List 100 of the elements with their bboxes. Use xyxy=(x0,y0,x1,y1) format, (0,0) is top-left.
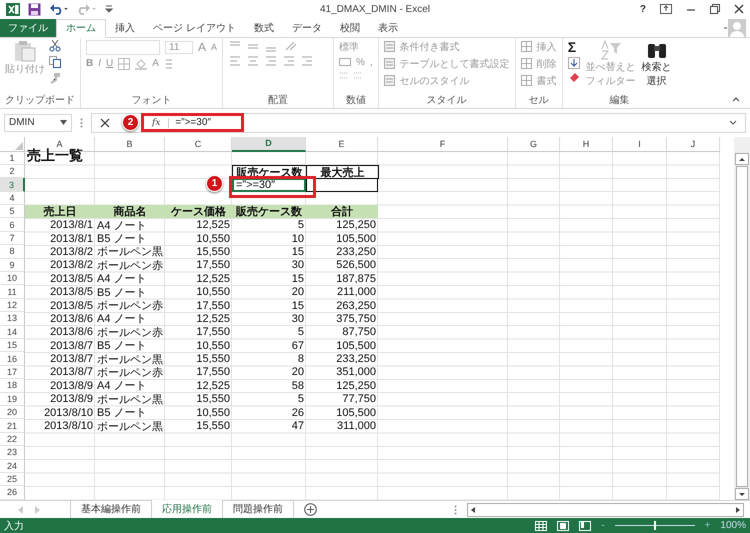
cell-editor[interactable]: =”>=30″ xyxy=(232,178,306,192)
column-header[interactable]: E xyxy=(306,136,378,152)
horizontal-scrollbar[interactable] xyxy=(467,502,744,517)
scroll-down-icon[interactable] xyxy=(735,488,749,500)
fill-color-icon[interactable] xyxy=(135,58,148,70)
row-header[interactable]: 12 xyxy=(0,298,25,312)
vertical-scrollbar[interactable] xyxy=(734,136,750,500)
row-header[interactable]: 5 xyxy=(0,205,25,218)
row-header[interactable]: 16 xyxy=(0,352,25,366)
table-cell-text: B5 ノート xyxy=(96,339,148,352)
sort-filter-icon[interactable] xyxy=(600,40,622,60)
column-header[interactable]: F xyxy=(378,136,508,152)
customize-caret-icon[interactable] xyxy=(105,5,113,14)
row-header[interactable]: 13 xyxy=(0,312,25,326)
row-header[interactable]: 3 xyxy=(0,178,25,192)
normal-view-icon[interactable] xyxy=(535,520,548,531)
table-cell-text: 233,250 xyxy=(335,352,377,366)
row-header[interactable]: 22 xyxy=(0,432,25,446)
row-header[interactable]: 9 xyxy=(0,258,25,272)
style-icon[interactable] xyxy=(384,58,395,70)
add-sheet-icon[interactable] xyxy=(304,503,317,516)
ribbon-display-icon[interactable] xyxy=(660,4,672,14)
insert-function-button[interactable]: fx xyxy=(144,118,170,128)
column-header[interactable]: I xyxy=(613,136,667,152)
ribbon-tab[interactable]: ファイル xyxy=(0,18,56,37)
autosum-button[interactable]: Σ xyxy=(568,40,576,54)
row-header[interactable]: 2 xyxy=(0,164,25,178)
row-header[interactable]: 7 xyxy=(0,232,25,246)
cancel-icon[interactable] xyxy=(100,118,110,128)
ribbon-tab[interactable]: ページ レイアウト xyxy=(144,18,245,37)
currency-icon[interactable] xyxy=(339,57,352,68)
row-header[interactable]: 8 xyxy=(0,245,25,259)
row-header[interactable]: 17 xyxy=(0,366,25,380)
sheet-tab[interactable]: 応用操作前 xyxy=(152,500,223,520)
row-header[interactable]: 24 xyxy=(0,460,25,473)
row-header[interactable]: 25 xyxy=(0,472,25,486)
undo-icon[interactable] xyxy=(49,3,69,16)
row-header[interactable]: 4 xyxy=(0,192,25,206)
phonetic-icon[interactable] xyxy=(164,58,174,70)
close-icon[interactable] xyxy=(734,4,744,14)
ribbon-tab[interactable]: 表示 xyxy=(368,18,407,37)
column-header[interactable]: J xyxy=(667,136,720,152)
row-header[interactable]: 20 xyxy=(0,406,25,420)
restore-icon[interactable] xyxy=(710,4,720,14)
row-header[interactable]: 15 xyxy=(0,339,25,352)
column-header[interactable]: C xyxy=(165,136,232,152)
row-header[interactable]: 26 xyxy=(0,486,25,500)
help-button[interactable]: ? xyxy=(640,4,646,15)
fill-down-icon[interactable] xyxy=(568,56,580,69)
column-header[interactable]: D xyxy=(232,136,306,152)
scrollbar-thumb[interactable] xyxy=(736,166,748,488)
row-header[interactable]: 10 xyxy=(0,272,25,286)
row-header[interactable]: 1 xyxy=(0,152,25,165)
ribbon-tab[interactable]: データ xyxy=(282,18,331,37)
row-header[interactable]: 11 xyxy=(0,285,25,299)
eraser-icon[interactable] xyxy=(568,72,580,82)
table-cell-text: 12,525 xyxy=(195,218,231,232)
ribbon-tab[interactable]: 校閲 xyxy=(330,18,369,37)
row-header[interactable]: 23 xyxy=(0,446,25,460)
find-select-label[interactable]: 検索と xyxy=(642,60,672,74)
ribbon-tab[interactable]: ホーム xyxy=(56,18,106,38)
select-all-icon[interactable] xyxy=(15,142,23,150)
collapse-ribbon-icon[interactable] xyxy=(732,96,740,102)
row-header[interactable]: 14 xyxy=(0,326,25,339)
paste-icon[interactable] xyxy=(13,40,37,62)
expand-caret-icon[interactable] xyxy=(729,120,737,126)
style-icon[interactable] xyxy=(384,41,395,52)
splitter-handle-icon[interactable] xyxy=(454,504,457,515)
page-break-icon[interactable] xyxy=(579,520,592,531)
copy-icon[interactable] xyxy=(49,56,61,68)
save-icon[interactable] xyxy=(28,2,41,16)
cells-icon[interactable] xyxy=(520,41,532,52)
cells-icon[interactable] xyxy=(520,58,532,70)
name-box[interactable]: DMIN xyxy=(4,114,72,132)
next-sheet-icon[interactable] xyxy=(34,506,40,514)
previous-sheet-icon[interactable] xyxy=(18,506,24,514)
find-select-label[interactable]: 選択 xyxy=(646,74,667,88)
table-cell-text: 67 xyxy=(290,339,305,352)
style-icon[interactable] xyxy=(384,75,395,86)
cells-icon[interactable] xyxy=(520,75,532,86)
scroll-up-icon[interactable] xyxy=(735,152,749,165)
row-header[interactable]: 6 xyxy=(0,218,25,232)
column-header[interactable]: B xyxy=(95,136,165,152)
zoom-slider-thumb[interactable] xyxy=(654,521,656,530)
row-header[interactable]: 21 xyxy=(0,419,25,433)
row-header[interactable]: 18 xyxy=(0,379,25,393)
zoom-level[interactable]: 100% xyxy=(720,520,746,532)
ribbon-tab[interactable]: 数式 xyxy=(244,18,283,37)
column-header[interactable]: H xyxy=(560,136,613,152)
column-header-cell: 売上日 xyxy=(25,205,95,218)
column-header[interactable]: G xyxy=(508,136,560,152)
formula-input[interactable]: =”>=30″ xyxy=(169,117,241,128)
ribbon-tab[interactable]: 挿入 xyxy=(106,18,144,37)
borders-icon[interactable] xyxy=(118,58,130,70)
scissors-icon[interactable] xyxy=(49,40,61,52)
redo-icon[interactable] xyxy=(77,3,97,16)
row-header[interactable]: 19 xyxy=(0,392,25,406)
table-cell-text: 15,550 xyxy=(195,392,231,406)
page-layout-icon[interactable] xyxy=(557,520,570,531)
dropdown-caret-icon[interactable] xyxy=(60,120,67,126)
